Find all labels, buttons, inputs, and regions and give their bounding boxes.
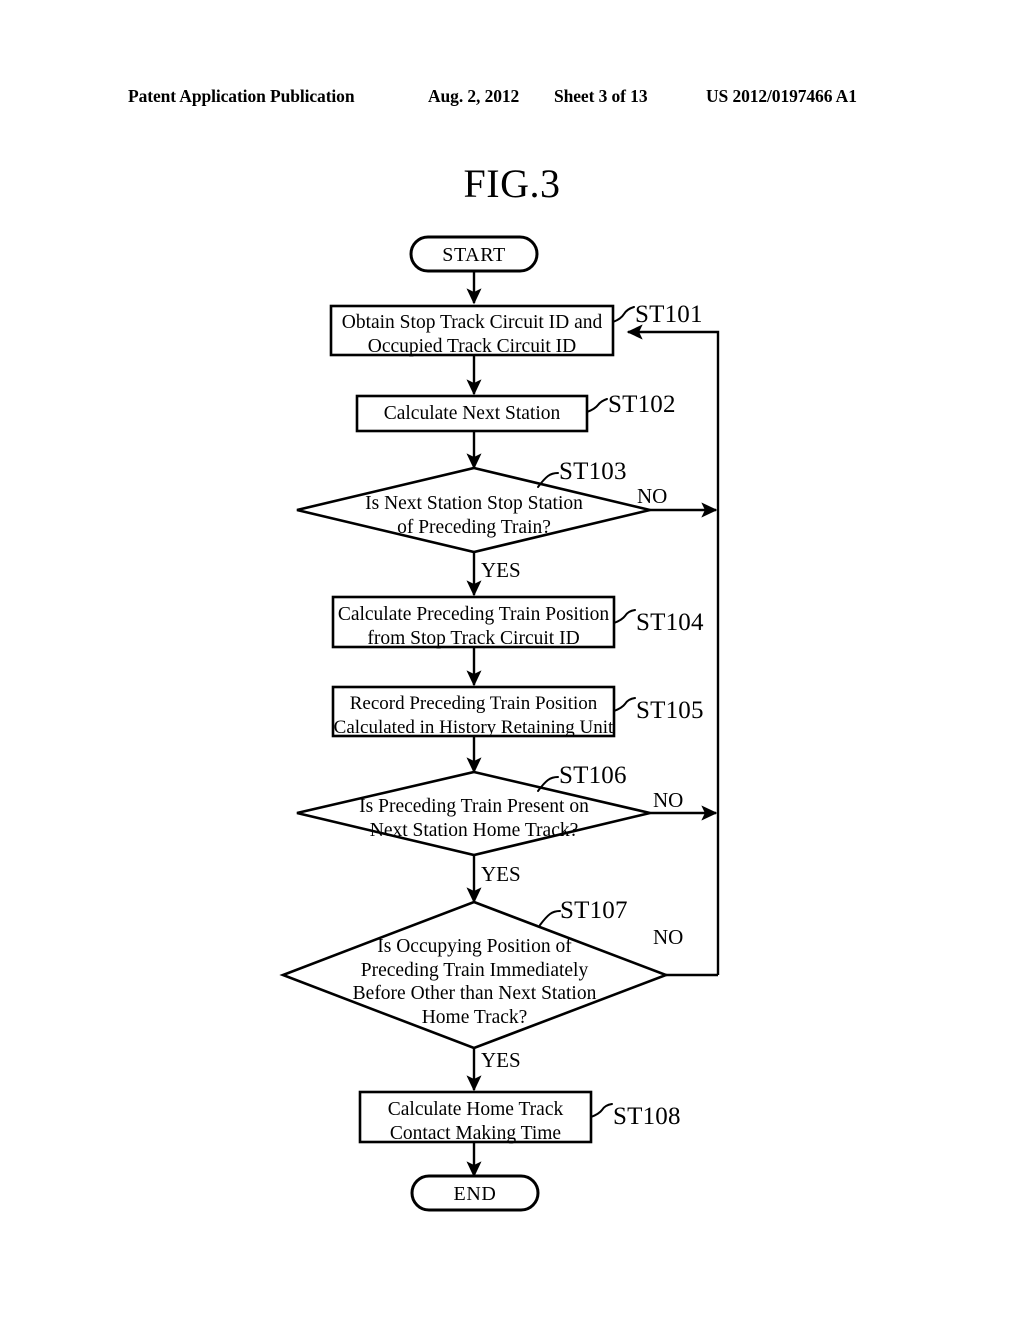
st108-lead-line xyxy=(590,1103,613,1118)
st106-step-label: ST106 xyxy=(559,763,627,788)
st107-yes-label: YES xyxy=(481,1050,521,1071)
st103-yes-text: YES xyxy=(481,558,521,582)
st107-lead-line xyxy=(539,910,561,926)
st105-step-label: ST105 xyxy=(636,698,704,723)
st102-lead-line xyxy=(586,398,608,413)
st102-step-label: ST102 xyxy=(608,392,676,417)
end-terminal-label: END xyxy=(412,1183,538,1205)
st104-box-shape xyxy=(331,595,616,649)
st107-no-label: NO xyxy=(653,927,683,948)
st105-box-shape xyxy=(331,685,616,738)
start-terminal-text: START xyxy=(442,244,506,266)
st107-step-id: ST107 xyxy=(560,897,628,924)
st103-yes-label: YES xyxy=(481,560,521,581)
end-terminal-text: END xyxy=(453,1183,497,1205)
feedback-loop-line xyxy=(626,324,720,975)
st104-lead-line xyxy=(613,609,636,624)
start-terminal-label: START xyxy=(411,244,537,266)
st107-yes-text: YES xyxy=(481,1048,521,1072)
st103-step-label: ST103 xyxy=(559,459,627,484)
st107-no-text: NO xyxy=(653,925,684,949)
st106-step-id: ST106 xyxy=(559,762,627,789)
st103-step-id: ST103 xyxy=(559,458,627,485)
st106-no-text: NO xyxy=(653,788,684,812)
st102-step-id: ST102 xyxy=(608,391,676,418)
st106-yes-text: YES xyxy=(481,862,521,886)
st105-step-id: ST105 xyxy=(636,697,704,724)
st103-no-text: NO xyxy=(637,484,668,508)
st102-box-shape xyxy=(355,394,589,433)
st103-no-label: NO xyxy=(637,486,667,507)
st105-lead-line xyxy=(613,697,636,712)
st107-step-label: ST107 xyxy=(560,898,628,923)
st101-step-label: ST101 xyxy=(635,302,703,327)
st106-no-label: NO xyxy=(653,790,683,811)
st101-box-shape xyxy=(329,304,615,357)
st108-step-id: ST108 xyxy=(613,1103,681,1130)
flowchart-diagram xyxy=(279,235,720,1212)
st108-step-label: ST108 xyxy=(613,1104,681,1129)
st106-yes-label: YES xyxy=(481,864,521,885)
st108-box-shape xyxy=(358,1090,593,1144)
st104-step-label: ST104 xyxy=(636,610,704,635)
st104-step-id: ST104 xyxy=(636,609,704,636)
st101-step-id: ST101 xyxy=(635,301,703,328)
st101-lead-line xyxy=(612,306,635,323)
